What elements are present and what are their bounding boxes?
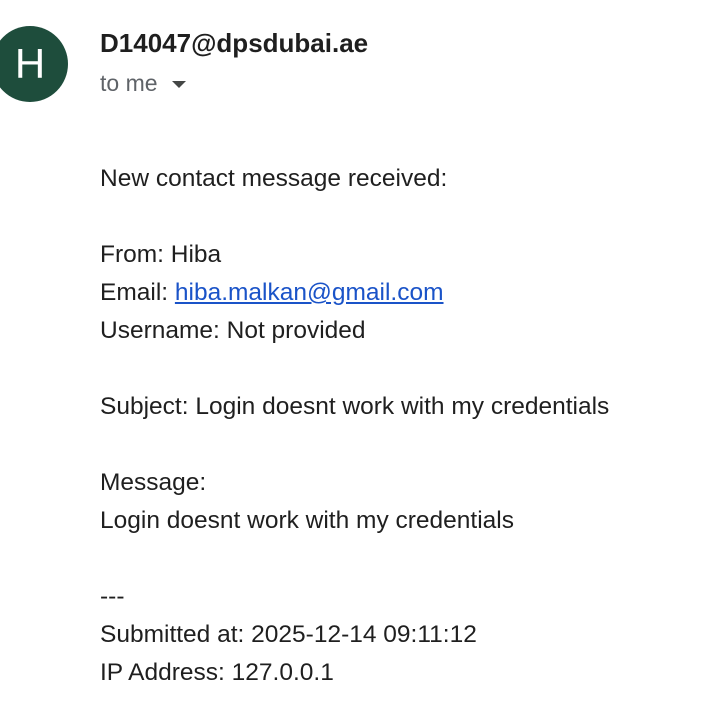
intro-line: New contact message received:: [100, 165, 448, 192]
username-line: Username: Not provided: [100, 317, 366, 344]
message-label: Message:: [100, 469, 207, 496]
ip-address-line: IP Address: 127.0.0.1: [100, 659, 334, 686]
caret-down-icon[interactable]: [171, 81, 186, 88]
submitted-line: Submitted at: 2025-12-14 09:11:12: [100, 621, 477, 648]
from-label: From:: [100, 241, 171, 268]
email-link[interactable]: hiba.malkan@gmail.com: [175, 279, 444, 306]
message-text: Login doesnt work with my credentials: [100, 507, 514, 534]
email-line: Email: hiba.malkan@gmail.com: [100, 274, 609, 312]
sender-address[interactable]: D14047@dpsdubai.ae: [100, 28, 368, 59]
from-value: Hiba: [170, 241, 222, 268]
sender-avatar[interactable]: H: [0, 26, 68, 102]
avatar-letter: H: [14, 40, 46, 87]
recipient-label: to me: [100, 70, 158, 96]
from-line: From: Hiba: [100, 236, 609, 274]
email-body: New contact message received: From: Hiba…: [100, 160, 609, 692]
separator-line: ---: [100, 583, 125, 610]
recipient-details-toggle[interactable]: to me: [100, 70, 186, 97]
subject-line: Subject: Login doesnt work with my crede…: [100, 393, 610, 420]
email-label: Email:: [100, 279, 175, 306]
